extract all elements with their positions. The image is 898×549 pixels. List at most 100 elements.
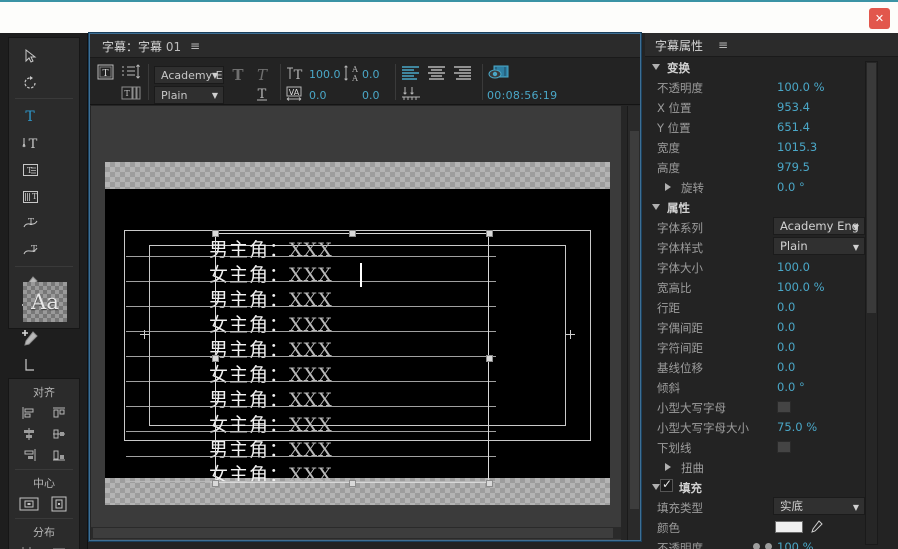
property-value[interactable]: 100 % xyxy=(777,540,814,549)
property-row: 行距 0.0 xyxy=(645,297,867,317)
canvas-vertical-scrollbar[interactable] xyxy=(627,106,640,540)
property-value[interactable]: 0.0 ° xyxy=(777,380,805,394)
handle-top-center[interactable] xyxy=(349,230,356,237)
property-value[interactable]: 100.0 xyxy=(777,260,810,274)
opacity-slider-handle[interactable] xyxy=(753,543,760,549)
property-value[interactable]: 0.0 xyxy=(777,320,795,334)
kerning-value[interactable]: 0.0 xyxy=(309,89,327,102)
tab-stops-button[interactable] xyxy=(401,86,421,106)
font-size-value[interactable]: 100.0 xyxy=(309,68,341,81)
property-row: 宽高比 100.0 % xyxy=(645,277,867,297)
properties-group-transform[interactable]: 变换 xyxy=(645,57,867,77)
area-type-tool[interactable]: T xyxy=(15,156,45,183)
handle-top-right[interactable] xyxy=(486,230,493,237)
chevron-right-icon[interactable] xyxy=(665,463,671,471)
property-value[interactable]: 953.4 xyxy=(777,100,810,114)
properties-group-fill[interactable]: 填充 xyxy=(645,477,867,497)
fill-enabled-checkbox[interactable] xyxy=(660,477,673,492)
title-templates-icon[interactable]: T xyxy=(121,85,141,105)
distribute-left-icon[interactable] xyxy=(19,543,39,549)
property-value[interactable]: 0.0 ° xyxy=(777,180,805,194)
selection-tool[interactable] xyxy=(15,42,45,69)
title-panel-menu-icon[interactable]: ≡ xyxy=(190,39,200,53)
convert-anchor-tool[interactable] xyxy=(15,351,45,378)
handle-bottom-left[interactable] xyxy=(212,480,219,487)
property-value[interactable]: 75.0 % xyxy=(777,420,817,434)
distribute-top-icon[interactable] xyxy=(49,543,69,549)
properties-menu-icon[interactable]: ≡ xyxy=(718,38,728,52)
align-center-vertical-icon[interactable] xyxy=(49,424,69,443)
properties-group-properties[interactable]: 属性 xyxy=(645,197,867,217)
italic-button[interactable]: T xyxy=(254,66,270,87)
property-checkbox[interactable] xyxy=(777,401,791,413)
opacity-slider-handle-2[interactable] xyxy=(765,543,772,549)
align-center-horizontal-icon[interactable] xyxy=(19,424,39,443)
center-vertically-icon[interactable] xyxy=(49,494,69,513)
align-right-icon[interactable] xyxy=(19,445,39,464)
path-type-tool[interactable]: T xyxy=(15,210,45,237)
align-right-button[interactable] xyxy=(453,65,472,85)
rotate-tool[interactable] xyxy=(15,69,45,96)
handle-bottom-center[interactable] xyxy=(349,480,356,487)
handle-middle-right[interactable] xyxy=(486,355,493,362)
handle-middle-left[interactable] xyxy=(212,355,219,362)
eyedropper-icon[interactable] xyxy=(809,519,823,538)
tracking-value[interactable]: 0.0 xyxy=(362,89,380,102)
property-value[interactable]: 651.4 xyxy=(777,120,810,134)
property-value[interactable]: 0.0 xyxy=(777,360,795,374)
title-roll-crawl-icon[interactable] xyxy=(121,64,141,84)
type-tool[interactable]: T xyxy=(15,102,45,129)
chevron-right-icon[interactable] xyxy=(665,183,671,191)
property-label: 不透明度 xyxy=(657,81,703,95)
close-icon[interactable]: ✕ xyxy=(869,8,890,29)
chevron-down-icon[interactable] xyxy=(652,64,660,70)
align-left-icon[interactable] xyxy=(19,403,39,422)
property-dropdown[interactable]: Plain ▼ xyxy=(773,237,865,255)
handle-top-left[interactable] xyxy=(212,230,219,237)
align-left-button[interactable] xyxy=(401,65,420,85)
handle-bottom-right[interactable] xyxy=(486,480,493,487)
chevron-down-icon[interactable] xyxy=(652,204,660,210)
underline-button[interactable]: T xyxy=(254,86,270,106)
svg-text:VA: VA xyxy=(289,88,300,97)
fill-color-swatch[interactable] xyxy=(775,521,803,533)
chevron-down-icon[interactable] xyxy=(652,484,660,490)
properties-group-label: 填充 xyxy=(679,481,702,495)
properties-scrollbar[interactable] xyxy=(865,61,878,545)
leading-value[interactable]: 0.0 xyxy=(362,68,380,81)
timecode-value[interactable]: 00:08:56:19 xyxy=(487,89,557,102)
align-bottom-icon[interactable] xyxy=(49,445,69,464)
align-top-icon[interactable] xyxy=(49,403,69,422)
canvas-horizontal-scrollbar[interactable] xyxy=(91,527,621,539)
properties-scroll-thumb[interactable] xyxy=(867,63,876,313)
property-value[interactable]: 100.0 % xyxy=(777,280,825,294)
title-panel-tab[interactable]: 字幕：字幕 01 xyxy=(102,38,181,55)
title-canvas[interactable]: 男主角：XXX 女主角：XXX 男主角：XXX 女主角：XXX 男主角：XXX 女主角：X… xyxy=(91,106,621,540)
property-value[interactable]: 979.5 xyxy=(777,160,810,174)
vertical-area-type-tool[interactable]: T xyxy=(15,183,45,210)
center-horizontally-icon[interactable] xyxy=(19,494,39,513)
property-checkbox[interactable] xyxy=(777,441,791,453)
add-anchor-tool[interactable] xyxy=(15,324,45,351)
property-value[interactable]: 0.0 xyxy=(777,300,795,314)
show-video-icon[interactable] xyxy=(488,64,509,86)
kerning-icon[interactable]: VA xyxy=(286,86,306,106)
property-value[interactable]: 1015.3 xyxy=(777,140,817,154)
property-dropdown[interactable]: 实底 ▼ xyxy=(773,497,865,515)
property-value[interactable]: 100.0 % xyxy=(777,80,825,94)
align-center-button[interactable] xyxy=(427,65,446,85)
leading-icon[interactable]: AA xyxy=(342,64,362,86)
font-size-icon[interactable]: T xyxy=(286,65,304,86)
canvas-hscroll-thumb[interactable] xyxy=(93,528,613,538)
property-dropdown[interactable]: Academy Eng ▼ xyxy=(773,217,865,235)
property-value[interactable]: 0.0 xyxy=(777,340,795,354)
title-text-box-icon[interactable]: T xyxy=(97,64,114,84)
vertical-path-type-tool[interactable]: T xyxy=(15,237,45,264)
bold-button[interactable]: T xyxy=(230,66,246,87)
canvas-scroll-thumb[interactable] xyxy=(629,130,640,510)
vertical-type-tool[interactable]: T xyxy=(15,129,45,156)
text-selection-box[interactable] xyxy=(215,233,489,483)
font-family-combo[interactable]: Academy E ▼ xyxy=(154,66,224,84)
font-style-combo[interactable]: Plain ▼ xyxy=(154,86,224,104)
text-style-swatch[interactable]: Aa xyxy=(23,282,67,322)
